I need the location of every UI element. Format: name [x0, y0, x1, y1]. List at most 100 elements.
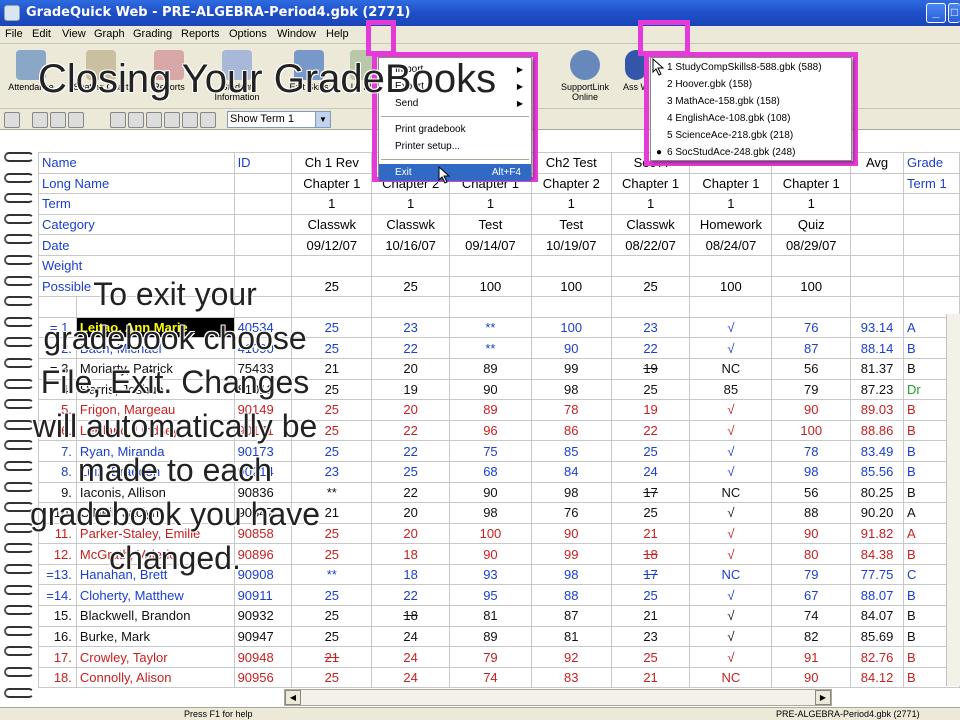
score-cell[interactable]: 89 [449, 399, 532, 421]
average-cell[interactable]: 90.20 [850, 502, 904, 524]
header-cell[interactable]: 1 [449, 193, 532, 215]
header-cell[interactable]: 25 [610, 275, 691, 298]
student-row[interactable]: 18. Connolly, Alison 90956 25 24 74 83 21 NC 90 84… [38, 666, 960, 689]
header-cell[interactable]: Ch2 Test [530, 152, 612, 174]
score-cell[interactable]: 20 [371, 522, 451, 545]
score-cell[interactable]: √ [689, 522, 773, 545]
score-cell[interactable]: 90 [771, 399, 852, 421]
score-cell[interactable]: 98 [771, 460, 852, 483]
score-cell[interactable]: 89 [449, 357, 532, 380]
sort-down-icon[interactable] [50, 112, 66, 128]
student-row[interactable]: 16. Burke, Mark 90947 25 24 89 81 23 √ 82 85.69 B [38, 625, 960, 648]
score-cell[interactable]: 90 [530, 337, 612, 359]
header-cell[interactable]: 08/29/07 [771, 234, 852, 256]
student-id[interactable]: 90932 [233, 605, 293, 627]
score-cell[interactable]: √ [689, 440, 773, 462]
header-cell[interactable] [850, 193, 904, 215]
student-name[interactable]: Crowley, Taylor [75, 646, 235, 668]
menu-edit[interactable]: Edit [32, 28, 51, 40]
header-cell[interactable]: Ch 1 Rev [291, 152, 373, 174]
score-cell[interactable]: 83 [530, 666, 612, 689]
menu-item-exit[interactable]: Exit Alt+F4 [379, 164, 531, 181]
score-cell[interactable]: 86 [530, 419, 612, 442]
header-cell[interactable]: 1 [530, 193, 612, 215]
header-cell[interactable]: Test [530, 213, 612, 236]
score-cell[interactable]: 24 [371, 666, 451, 689]
score-cell[interactable]: 22 [371, 584, 451, 607]
minimize-button[interactable]: _ [926, 3, 946, 23]
header-cell[interactable] [903, 254, 960, 277]
print-icon[interactable] [4, 112, 20, 128]
header-cell[interactable]: Homework [689, 213, 773, 236]
window-item-2[interactable]: 2 Hoover.gbk (158) [651, 76, 851, 93]
score-cell[interactable]: 79 [771, 563, 852, 586]
score-cell[interactable]: 68 [449, 460, 532, 483]
score-cell[interactable]: 22 [610, 419, 691, 442]
score-cell[interactable]: √ [689, 646, 773, 668]
average-cell[interactable]: 77.75 [850, 563, 904, 586]
score-cell[interactable]: √ [689, 399, 773, 421]
header-cell[interactable]: 09/12/07 [291, 234, 373, 256]
vertical-scrollbar[interactable] [946, 314, 960, 686]
menu-file[interactable]: File [5, 28, 23, 40]
header-cell[interactable]: Chapter 1 [771, 172, 852, 195]
score-cell[interactable]: 25 [291, 584, 373, 607]
student-id[interactable]: 90911 [233, 584, 293, 607]
score-cell[interactable]: 90 [449, 378, 532, 401]
header-cell[interactable]: 1 [371, 193, 451, 215]
score-cell[interactable]: 84 [530, 460, 612, 483]
header-cell[interactable] [233, 234, 293, 256]
student-name[interactable]: Blackwell, Brandon [75, 605, 235, 627]
score-cell[interactable]: 17 [610, 481, 691, 504]
header-cell[interactable]: Chapter 1 [689, 172, 773, 195]
score-cell[interactable]: 21 [610, 522, 691, 545]
header-cell[interactable]: Classwk [371, 213, 451, 236]
header-cell[interactable]: Avg [850, 152, 904, 174]
score-cell[interactable]: 81 [449, 605, 532, 627]
score-cell[interactable]: √ [689, 337, 773, 359]
score-cell[interactable]: NC [689, 357, 773, 380]
score-cell[interactable]: √ [689, 625, 773, 648]
window-item-1[interactable]: 1 StudyCompSkills8-588.gbk (588) [651, 59, 851, 76]
header-cell[interactable] [903, 213, 960, 236]
score-cell[interactable]: 100 [771, 419, 852, 442]
score-cell[interactable]: 90 [449, 481, 532, 504]
header-cell[interactable] [850, 234, 904, 256]
header-cell[interactable]: Test [449, 213, 532, 236]
sort-up-icon[interactable] [32, 112, 48, 128]
header-cell[interactable]: 25 [371, 275, 451, 298]
score-cell[interactable]: 91 [771, 646, 852, 668]
score-cell[interactable]: 25 [610, 584, 691, 607]
menu-item-printer-setup[interactable]: Printer setup... [379, 138, 531, 155]
score-cell[interactable]: 100 [449, 522, 532, 545]
score-cell[interactable]: 90 [449, 543, 532, 565]
student-row[interactable]: =14. Cloherty, Matthew 90911 25 22 95 88 25 √ 67 8… [38, 584, 960, 607]
score-cell[interactable]: 18 [371, 605, 451, 627]
score-cell[interactable]: 75 [449, 440, 532, 462]
score-cell[interactable]: 25 [610, 440, 691, 462]
score-cell[interactable]: √ [689, 502, 773, 524]
score-cell[interactable]: 90 [530, 522, 612, 545]
average-cell[interactable]: 93.14 [850, 316, 904, 339]
horizontal-scrollbar[interactable]: ◀ ▶ [284, 689, 832, 706]
score-cell[interactable]: 90 [771, 666, 852, 689]
window-item-5[interactable]: 5 ScienceAce-218.gbk (218) [651, 127, 851, 144]
score-cell[interactable]: 25 [291, 625, 373, 648]
header-cell[interactable]: 1 [610, 193, 691, 215]
header-cell[interactable] [233, 213, 293, 236]
score-cell[interactable]: 22 [371, 419, 451, 442]
score-cell[interactable]: 20 [371, 502, 451, 524]
header-cell[interactable] [771, 254, 852, 277]
header-cell[interactable] [233, 193, 293, 215]
score-cell[interactable]: 18 [371, 563, 451, 586]
header-cell[interactable]: 1 [291, 193, 373, 215]
window-item-4[interactable]: 4 EnglishAce-108.gbk (108) [651, 110, 851, 127]
student-name[interactable]: Connolly, Alison [75, 666, 235, 689]
average-cell[interactable]: 85.56 [850, 460, 904, 483]
student-name[interactable]: Cloherty, Matthew [75, 584, 235, 607]
score-cell[interactable]: 98 [449, 502, 532, 524]
header-cell[interactable] [903, 275, 960, 298]
score-cell[interactable]: 19 [610, 357, 691, 380]
score-cell[interactable]: ** [449, 316, 532, 339]
menu-graph[interactable]: Graph [94, 28, 125, 40]
